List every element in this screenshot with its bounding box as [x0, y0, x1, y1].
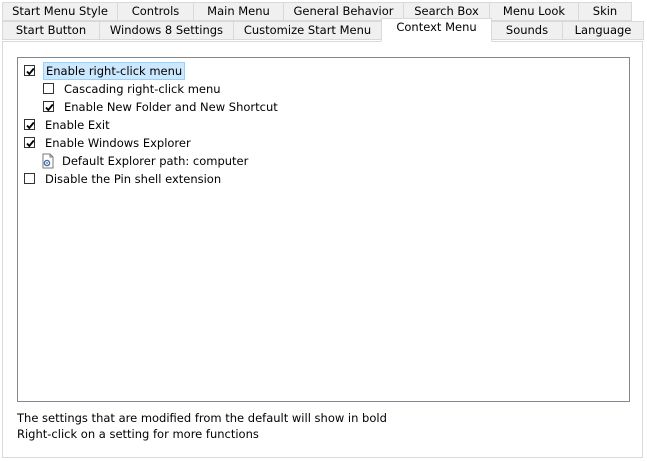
checkmark-icon: [26, 121, 35, 130]
setting-label: Disable the Pin shell extension: [45, 172, 222, 186]
checkbox-checked[interactable]: [24, 65, 35, 76]
checkbox-checked[interactable]: [24, 119, 35, 130]
checkmark-icon: [45, 103, 54, 112]
tab-main-menu[interactable]: Main Menu: [193, 2, 284, 21]
settings-tree[interactable]: Enable right-click menu Cascading right-…: [17, 57, 630, 402]
checkmark-icon: [26, 67, 35, 76]
tab-language[interactable]: Language: [562, 21, 644, 40]
document-settings-icon: [41, 153, 55, 169]
checkbox-checked[interactable]: [43, 101, 54, 112]
checkbox-checked[interactable]: [24, 137, 35, 148]
setting-label: Default Explorer path: computer: [62, 154, 249, 168]
tab-start-menu-style[interactable]: Start Menu Style: [2, 2, 118, 21]
setting-label: Enable New Folder and New Shortcut: [64, 100, 278, 114]
tab-sounds[interactable]: Sounds: [491, 21, 563, 40]
setting-label: Enable Exit: [45, 118, 110, 132]
tab-skin[interactable]: Skin: [578, 2, 632, 21]
tab-windows-8-settings[interactable]: Windows 8 Settings: [99, 21, 234, 40]
checkmark-icon: [26, 139, 35, 148]
tab-start-button[interactable]: Start Button: [2, 21, 100, 40]
checkbox-unchecked[interactable]: [43, 83, 54, 94]
setting-label: Cascading right-click menu: [64, 82, 221, 96]
checkbox-unchecked[interactable]: [24, 173, 35, 184]
tab-context-menu[interactable]: Context Menu: [381, 18, 492, 42]
setting-label: Enable right-click menu: [43, 62, 186, 80]
tab-controls[interactable]: Controls: [117, 2, 194, 21]
footer-hint-right-click: Right-click on a setting for more functi…: [17, 427, 259, 441]
tab-panel: Enable right-click menu Cascading right-…: [2, 41, 643, 458]
tab-customize-start-menu[interactable]: Customize Start Menu: [233, 21, 382, 40]
setting-label: Enable Windows Explorer: [45, 136, 191, 150]
footer-hint-bold: The settings that are modified from the …: [17, 411, 387, 425]
tab-menu-look[interactable]: Menu Look: [489, 2, 579, 21]
